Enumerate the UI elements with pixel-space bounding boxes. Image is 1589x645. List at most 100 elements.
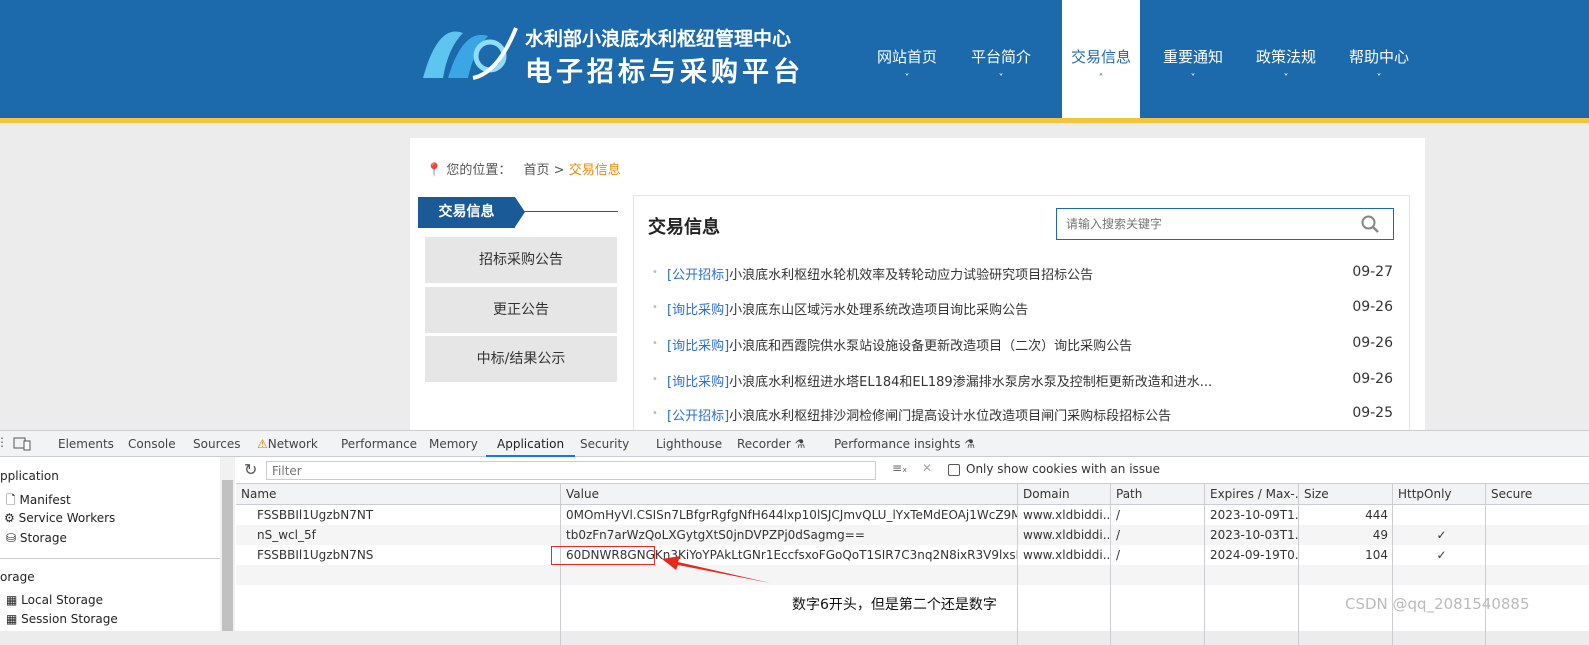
table-cell: FSSBBIl1UgzbN7NS <box>257 548 374 562</box>
nav-item[interactable]: 平台简介 ˅ <box>962 0 1040 118</box>
delete-icon[interactable]: ✕ <box>922 461 932 475</box>
item-tag: [询比采购] <box>667 339 730 354</box>
divider <box>0 558 220 559</box>
item-title[interactable]: 小浪底东山区域污水处理系统改造项目询比采购公告 <box>729 303 1028 318</box>
table-row-empty[interactable] <box>236 565 1589 585</box>
table-cell: 104 <box>1298 545 1392 565</box>
column-header[interactable]: Name <box>236 484 560 504</box>
item-title[interactable]: 小浪底水利枢纽排沙洞检修闸门提高设计水位改造项目闸门采购标段招标公告 <box>729 409 1171 424</box>
tab-performance[interactable]: Performance <box>341 431 417 457</box>
item-date: 09-27 <box>1352 264 1393 280</box>
section-application: pplication <box>0 469 59 483</box>
warning-icon: ⚠ <box>257 437 268 451</box>
bullet: • <box>652 338 658 349</box>
table-cell <box>1392 585 1485 645</box>
item-title[interactable]: 小浪底水利枢纽进水塔EL184和EL189渗漏排水泵房水泵及控制柜更新改造和进水… <box>729 375 1212 390</box>
table-cell <box>1298 565 1392 585</box>
column-header[interactable]: Size <box>1298 484 1392 504</box>
chevron-icon: ˅ <box>904 73 910 84</box>
table-row[interactable]: FSSBBIl1UgzbN7NS 60DNWR8GNGKn3KiYoYPAkLtG… <box>236 545 1589 565</box>
table-cell: www.xldbiddi... <box>1017 525 1110 545</box>
device-toggle-icon[interactable] <box>13 437 31 451</box>
list-item[interactable]: • [询比采购]小浪底东山区域污水处理系统改造项目询比采购公告 09-26 <box>652 299 1397 319</box>
nav-label: 交易信息 <box>1070 48 1131 66</box>
item-title[interactable]: 小浪底水利枢纽水轮机效率及转轮动应力试验研究项目招标公告 <box>729 268 1093 283</box>
clear-all-icon[interactable]: ≡ₓ <box>892 461 907 475</box>
sidebar-item-correction[interactable]: 更正公告 <box>425 287 617 333</box>
tab-memory[interactable]: Memory <box>429 431 478 457</box>
table-cell <box>236 565 560 585</box>
table-cell: FSSBBIl1UgzbN7NT <box>257 508 374 522</box>
sidebar-item-session-storage[interactable]: ▦ Session Storage <box>6 612 118 626</box>
tab-network[interactable]: ⚠Network <box>257 431 318 457</box>
tab-elements[interactable]: Elements <box>58 431 114 457</box>
tab-performance-insights[interactable]: Performance insights ⚗ <box>834 431 975 457</box>
menu-dots-icon[interactable]: ⋮ <box>0 435 8 449</box>
annotation-highlight-box <box>551 546 655 565</box>
nav-item[interactable]: 交易信息 ˄ <box>1062 0 1140 123</box>
filter-input[interactable] <box>266 461 876 480</box>
nav-item[interactable]: 帮助中心 ˅ <box>1340 0 1418 118</box>
table-row[interactable]: nS_wcl_5f tb0zFn7arWzQoLXGytgXtS0jnDVPZPj… <box>236 525 1589 545</box>
sidebar-item-manifest[interactable]: 🗋 Manifest <box>6 491 71 512</box>
tab-security[interactable]: Security <box>580 431 629 457</box>
bullet: • <box>652 302 658 313</box>
list-title: 交易信息 <box>648 217 720 238</box>
table-cell: tb0zFn7arWzQoLXGytgXtS0jnDVPZPj0dSagmg== <box>560 525 1017 545</box>
refresh-icon[interactable]: ↻ <box>244 460 257 479</box>
file-icon: 🗋 <box>6 493 16 507</box>
item-tag: [公开招标] <box>667 268 730 283</box>
nav-item[interactable]: 政策法规 ˅ <box>1247 0 1325 118</box>
search-icon[interactable] <box>1361 215 1379 233</box>
tab-application[interactable]: Application <box>486 431 576 457</box>
column-header[interactable]: Expires / Max-... <box>1204 484 1298 504</box>
breadcrumb-home-link[interactable]: 首页 <box>523 163 549 178</box>
flask-icon: ⚗ <box>794 437 806 451</box>
column-header[interactable]: Path <box>1110 484 1204 504</box>
list-item[interactable]: • [公开招标]小浪底水利枢纽水轮机效率及转轮动应力试验研究项目招标公告 09-27 <box>652 264 1397 284</box>
table-row[interactable]: FSSBBIl1UgzbN7NT 0MOmHyVl.CSISn7LBfgrRgfg… <box>236 505 1589 525</box>
list-item[interactable]: • [询比采购]小浪底水利枢纽进水塔EL184和EL189渗漏排水泵房水泵及控制柜… <box>652 371 1397 391</box>
table-cell: 2023-10-09T1... <box>1204 505 1298 525</box>
gears-icon: ⚙ <box>4 511 15 525</box>
table-cell <box>1110 565 1204 585</box>
table-cell <box>1485 585 1589 645</box>
item-tag: [询比采购] <box>667 303 730 318</box>
table-cell <box>1485 545 1589 565</box>
table-icon: ▦ <box>6 593 18 607</box>
table-cell: 49 <box>1298 525 1392 545</box>
search-box <box>1056 208 1394 240</box>
sidebar-item-storage[interactable]: ⛁ Storage <box>6 531 67 545</box>
column-header[interactable]: Domain <box>1017 484 1110 504</box>
tab-sources[interactable]: Sources <box>193 431 240 457</box>
only-issues-checkbox[interactable] <box>948 464 960 476</box>
nav-item[interactable]: 网站首页 ˅ <box>868 0 946 118</box>
list-item[interactable]: • [询比采购]小浪底和西霞院供水泵站设施设备更新改造项目（二次）询比采购公告 09… <box>652 335 1397 355</box>
breadcrumb: 📍 您的位置： 首页 > 交易信息 <box>426 159 621 178</box>
item-title[interactable]: 小浪底和西霞院供水泵站设施设备更新改造项目（二次）询比采购公告 <box>729 339 1132 354</box>
nav-item[interactable]: 重要通知 ˅ <box>1154 0 1232 118</box>
table-cell: / <box>1110 505 1204 525</box>
scrollbar-thumb[interactable] <box>222 480 233 631</box>
column-header[interactable]: Secure <box>1485 484 1589 504</box>
sidebar-item-bidding[interactable]: 招标采购公告 <box>425 237 617 283</box>
watermark: CSDN @qq_2081540885 <box>1345 595 1530 613</box>
table-cell <box>1485 525 1589 545</box>
list-item[interactable]: • [公开招标]小浪底水利枢纽排沙洞检修闸门提高设计水位改造项目闸门采购标段招标公… <box>652 405 1397 425</box>
table-cell: / <box>1110 545 1204 565</box>
tab-lighthouse[interactable]: Lighthouse <box>656 431 722 457</box>
search-input[interactable] <box>1057 209 1347 239</box>
table-cell <box>1298 585 1392 645</box>
column-header[interactable]: HttpOnly <box>1392 484 1485 504</box>
table-header[interactable]: Name Value Domain Path Expires / Max-... Size… <box>236 484 1589 505</box>
bullet: • <box>652 408 658 419</box>
sidebar-item-service-workers[interactable]: ⚙ Service Workers <box>4 511 115 525</box>
column-header[interactable]: Value <box>560 484 1017 504</box>
tab-console[interactable]: Console <box>128 431 176 457</box>
sidebar-item-local-storage[interactable]: ▦ Local Storage <box>6 593 103 607</box>
table-cell: ✓ <box>1392 525 1485 545</box>
nav-label: 帮助中心 <box>1348 48 1409 66</box>
sidebar-item-results[interactable]: 中标/结果公示 <box>425 336 617 382</box>
table-cell <box>1485 565 1589 585</box>
tab-recorder[interactable]: Recorder ⚗ <box>737 431 805 457</box>
